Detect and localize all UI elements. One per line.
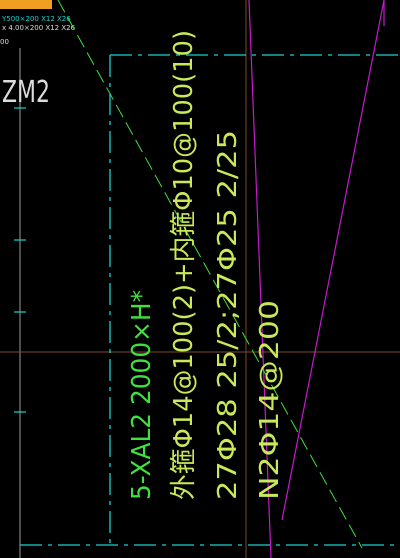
canvas-background <box>0 0 400 558</box>
beam-annotation-line-4[interactable]: N2Φ14@200 <box>255 300 285 500</box>
cad-drawing-canvas[interactable]: Y500×200 X12 X26 x 4.00×200 X12 X26 00 Z… <box>0 0 400 558</box>
top-left-label-2: x 4.00×200 X12 X26 <box>2 24 76 32</box>
beam-annotation-line-3[interactable]: 27Φ28 25/2;27Φ25 2/25 <box>213 130 243 500</box>
top-left-label-3: 00 <box>0 38 9 46</box>
top-left-label-1: Y500×200 X12 X26 <box>1 15 71 23</box>
beam-annotation-line-1[interactable]: 5-XAL2 2000×H* <box>127 290 157 500</box>
zone-label[interactable]: ZM2 <box>2 75 50 110</box>
top-left-tag <box>0 0 52 9</box>
beam-annotation-line-2[interactable]: 外箍Φ14@100(2)+内箍Φ10@100(10) <box>169 30 199 500</box>
